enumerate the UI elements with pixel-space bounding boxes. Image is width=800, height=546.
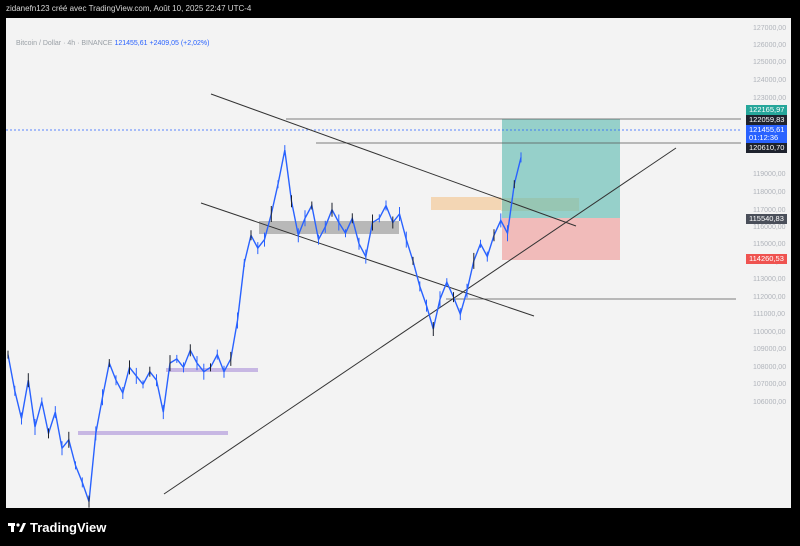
channel-lower-line <box>200 202 535 317</box>
demand-zone-low <box>78 431 228 435</box>
price-axis-tick: 116000,00 <box>753 224 786 231</box>
price-axis-tick: 127000,00 <box>753 25 786 32</box>
supply-zone <box>431 197 501 210</box>
price-axis-tick: 107000,00 <box>753 381 786 388</box>
demand-zone-mid <box>166 368 258 372</box>
price-axis-tick: 126000,00 <box>753 42 786 49</box>
stop-price-tag: 114260,53 <box>746 254 787 264</box>
price-axis-tick: 112000,00 <box>753 294 786 301</box>
price-chart[interactable]: 127000,00 126000,00 125000,00 124000,00 1230… <box>6 18 791 508</box>
symbol-change: +2409,05 (+2,02%) <box>149 40 210 47</box>
chart-caption: zidanefn123 créé avec TradingView.com, A… <box>6 4 252 13</box>
price-axis-tick: 125000,00 <box>753 59 786 66</box>
price-axis-tick: 113000,00 <box>753 276 786 283</box>
support-zone <box>259 221 399 234</box>
price-axis-tick: 118000,00 <box>753 189 786 196</box>
tradingview-footer: TradingView <box>8 520 106 535</box>
symbol-bar: Bitcoin / Dollar · 4h · BINANCE 121455,6… <box>16 40 209 47</box>
brand-name: TradingView <box>30 520 107 535</box>
chart-panel[interactable]: 127000,00 126000,00 125000,00 124000,00 1230… <box>6 18 791 508</box>
price-axis-tick: 117000,00 <box>753 207 786 214</box>
symbol-name: Bitcoin / Dollar · 4h · BINANCE <box>16 40 113 47</box>
price-axis-tick: 124000,00 <box>753 77 786 84</box>
bar-countdown: 01:12:36 <box>749 133 779 142</box>
last-price-tag: 121455,61 01:12:36 <box>746 125 788 143</box>
price-axis-tick: 111000,00 <box>753 311 785 318</box>
ascending-trendline <box>163 147 677 495</box>
high-price-tag: 122059,83 <box>746 115 788 125</box>
price-axis-tick: 108000,00 <box>753 364 786 371</box>
price-axis-tick: 106000,00 <box>753 399 786 406</box>
price-axis-tick: 115000,00 <box>753 241 786 248</box>
tradingview-logo-icon <box>8 522 26 532</box>
tp-price-tag: 122165,97 <box>746 105 788 115</box>
price-axis-tick: 110000,00 <box>753 329 786 336</box>
price-axis-tick: 109000,00 <box>753 346 786 353</box>
symbol-price: 121455,61 <box>114 40 148 47</box>
price-axis-tick: 123000,00 <box>753 95 786 102</box>
level-price-tag: 120610,70 <box>746 143 788 153</box>
entry-price-tag: 115540,83 <box>746 214 787 224</box>
take-profit-zone <box>502 119 620 218</box>
price-axis-tick: 119000,00 <box>753 171 786 178</box>
